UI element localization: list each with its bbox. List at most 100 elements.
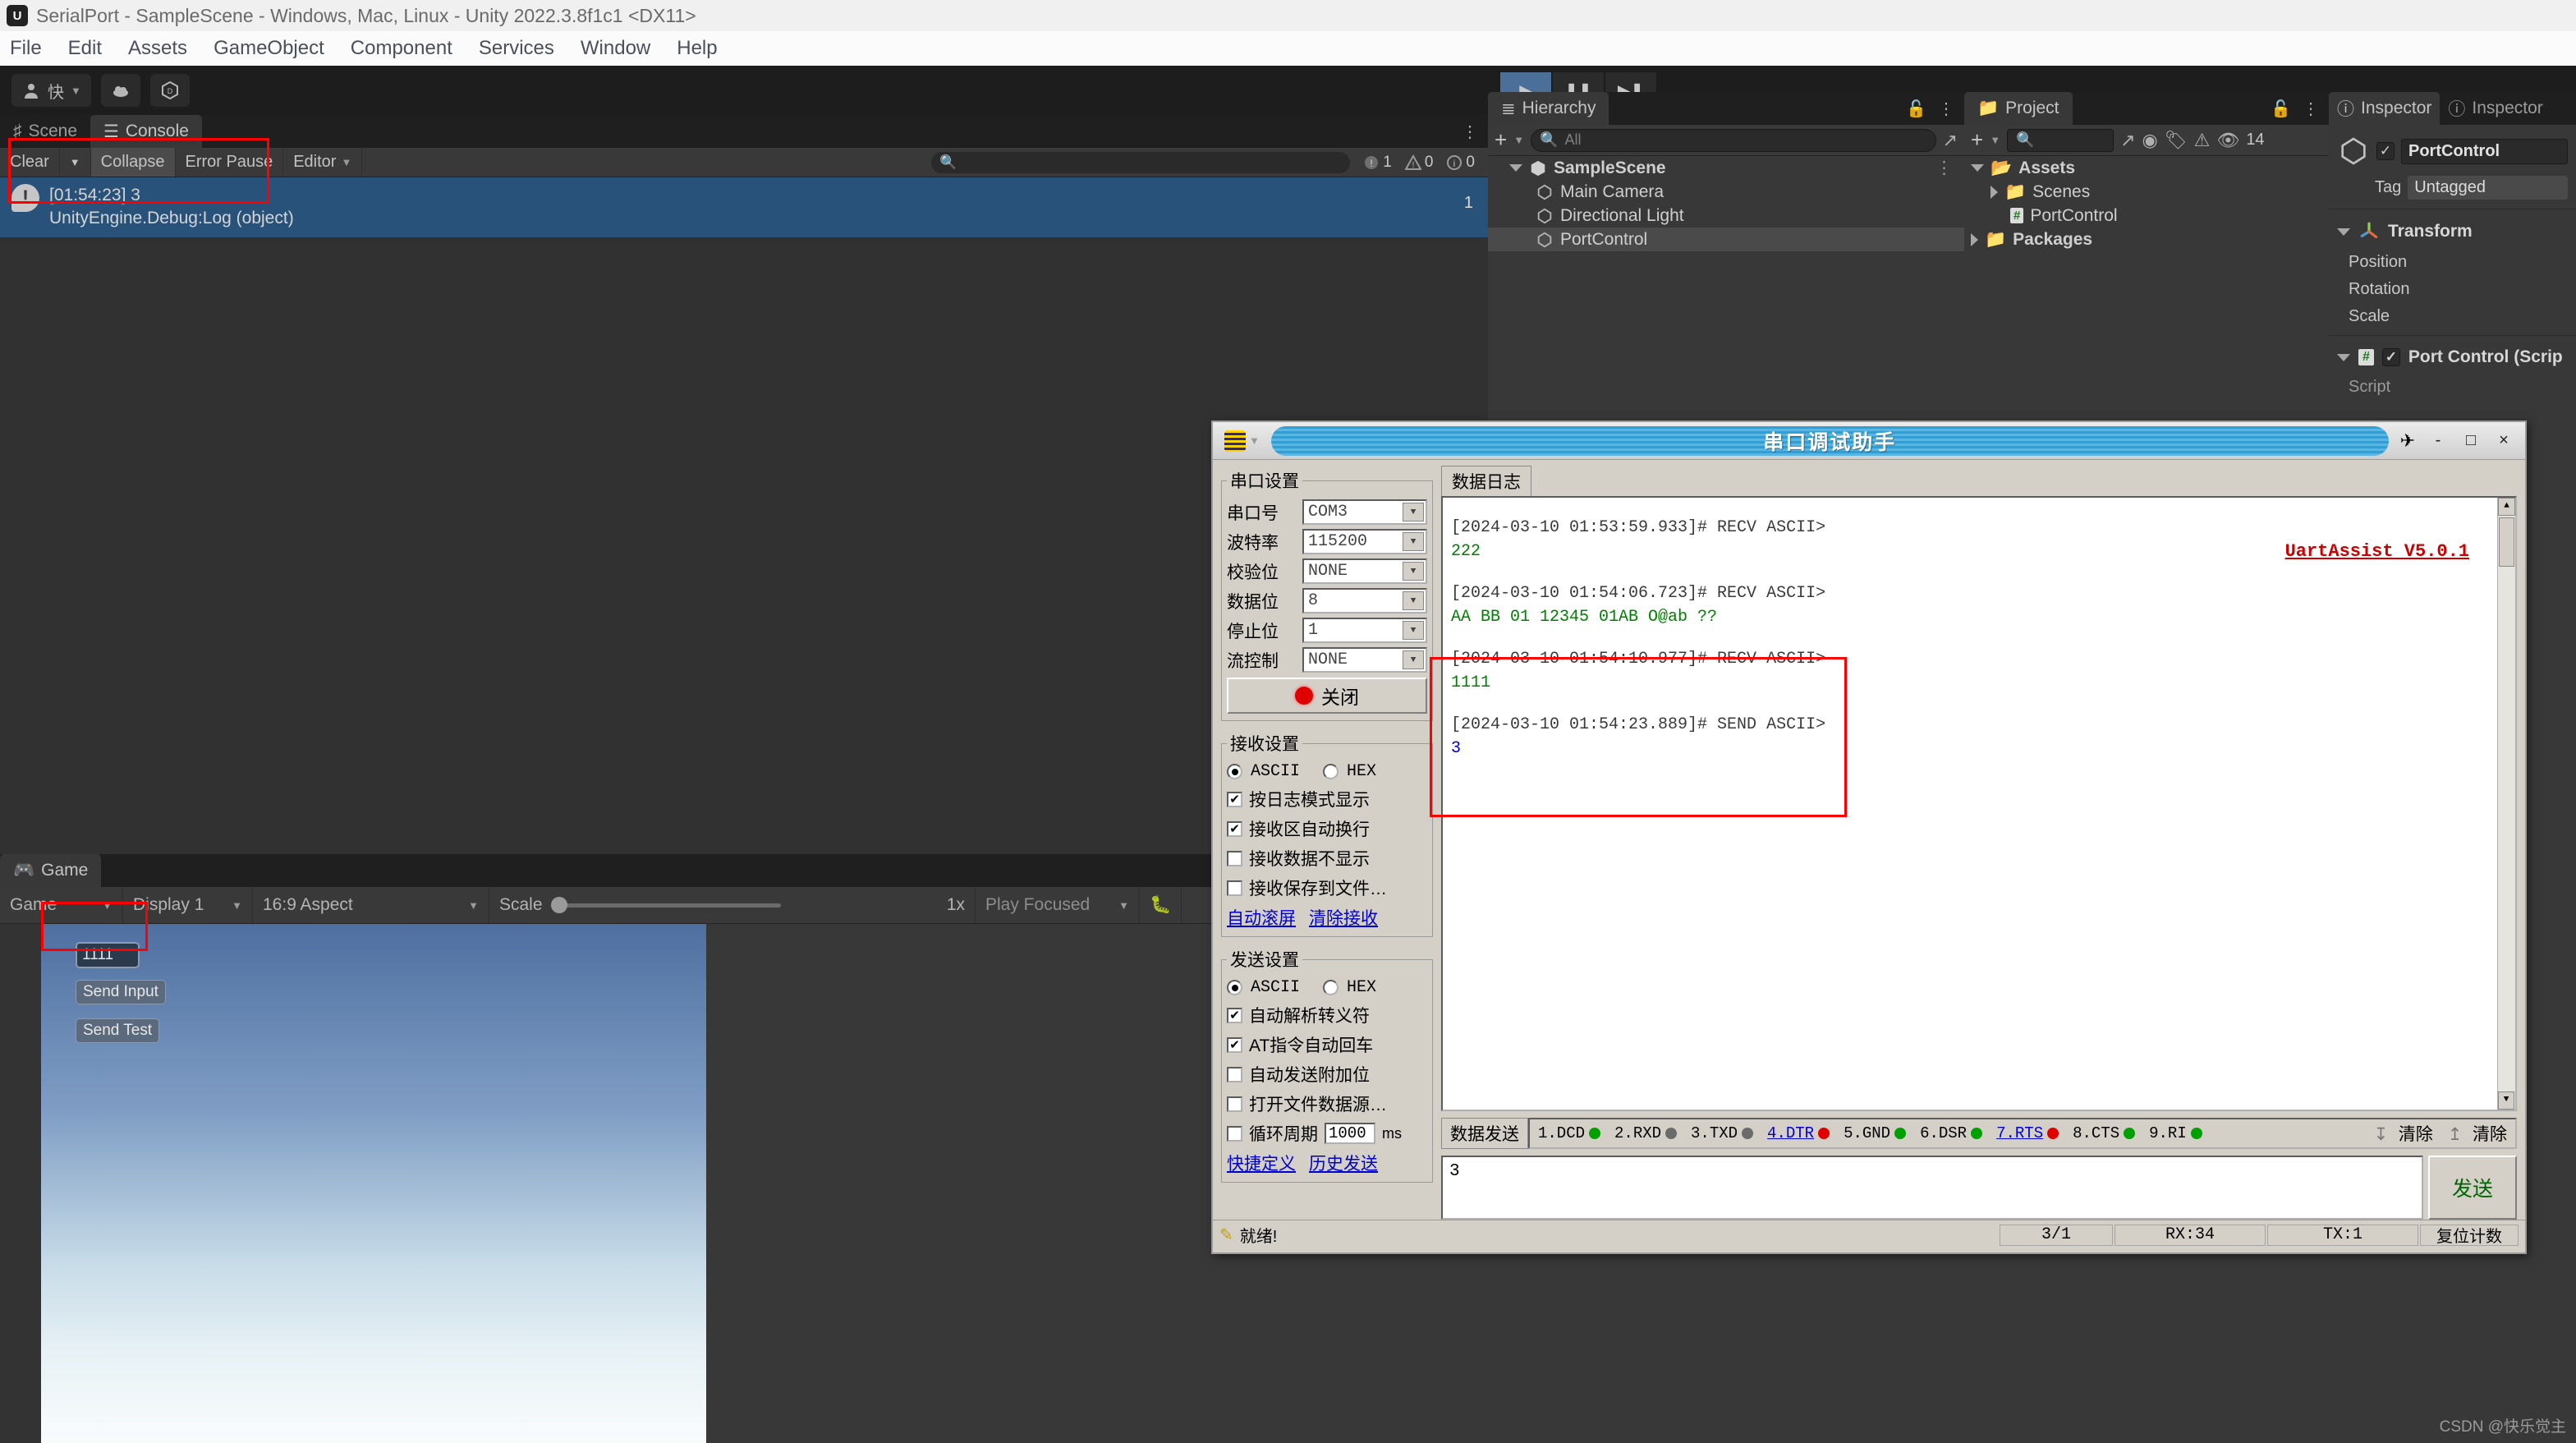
- object-enabled-checkbox[interactable]: ✓: [2376, 142, 2395, 160]
- console-log-row[interactable]: ! [01:54:23] 3 UnityEngine.Debug:Log (ob…: [0, 177, 1488, 237]
- send-file-source-checkbox[interactable]: [1227, 1096, 1242, 1112]
- receive-autowrap-row[interactable]: ✔ 接收区自动换行: [1227, 816, 1427, 841]
- app-icon[interactable]: [1224, 430, 1246, 452]
- send-escape-checkbox[interactable]: ✔: [1227, 1007, 1242, 1023]
- send-cycle-input[interactable]: [1325, 1123, 1375, 1144]
- serial-dialog-titlebar[interactable]: ▼ 串口调试助手 ✈ - □ ×: [1213, 422, 2525, 460]
- error-counter[interactable]: ! 1: [1357, 154, 1398, 172]
- info-counter[interactable]: i 0: [1440, 154, 1481, 172]
- menu-help[interactable]: Help: [677, 37, 717, 60]
- error-pause-toggle[interactable]: Error Pause: [176, 148, 284, 177]
- receive-save-file-row[interactable]: 接收保存到文件…: [1227, 875, 1427, 900]
- project-item-assets[interactable]: 📂 Assets: [1964, 156, 2329, 180]
- tab-data-log[interactable]: 数据日志: [1441, 466, 1531, 496]
- project-expand-icon[interactable]: ↗: [2120, 130, 2135, 151]
- script-field-row[interactable]: Script: [2329, 374, 2576, 401]
- chevron-down-icon[interactable]: [2337, 353, 2350, 361]
- data-bits-combo[interactable]: 8 ▼: [1302, 588, 1427, 614]
- maximize-button[interactable]: □: [2454, 427, 2487, 455]
- receive-save-file-checkbox[interactable]: [1227, 880, 1242, 896]
- auto-scroll-link[interactable]: 自动滚屏: [1227, 905, 1296, 930]
- hierarchy-item-main-camera[interactable]: Main Camera: [1488, 180, 1964, 204]
- stop-bits-combo[interactable]: 1 ▼: [1302, 618, 1427, 643]
- send-button[interactable]: 发送: [2428, 1156, 2517, 1220]
- project-add-button[interactable]: +: [1971, 127, 1983, 153]
- clear-dropdown-button[interactable]: ▼: [60, 148, 91, 177]
- transform-rotation-row[interactable]: Rotation: [2329, 276, 2576, 303]
- kebab-icon[interactable]: ⋮: [1935, 158, 1964, 178]
- close-port-button[interactable]: 关闭: [1227, 678, 1427, 714]
- project-item-scenes[interactable]: 📁 Scenes: [1964, 180, 2329, 204]
- receive-log-mode-row[interactable]: ✔ 按日志模式显示: [1227, 787, 1427, 811]
- transform-position-row[interactable]: Position: [2329, 249, 2576, 276]
- log-scrollbar[interactable]: ▲ ▼: [2497, 498, 2515, 1110]
- kebab-icon[interactable]: ⋮: [1462, 122, 1478, 142]
- transform-component-header[interactable]: Transform: [2329, 214, 2576, 249]
- tab-inspector-2[interactable]: ⓘ Inspector: [2440, 92, 2551, 125]
- send-test-button[interactable]: Send Test: [76, 1018, 160, 1043]
- receive-log-mode-checkbox[interactable]: ✔: [1227, 791, 1242, 807]
- tab-console[interactable]: ☰ Console: [90, 115, 202, 148]
- tab-data-send[interactable]: 数据发送: [1441, 1118, 1528, 1149]
- chevron-down-icon[interactable]: ▼: [1403, 591, 1424, 610]
- chevron-down-icon[interactable]: ▼: [1249, 434, 1260, 447]
- project-search-input[interactable]: 🔍: [2007, 128, 2115, 152]
- menu-component[interactable]: Component: [351, 37, 452, 60]
- scroll-down-icon[interactable]: ▼: [2498, 1091, 2514, 1110]
- help-icon[interactable]: ✈: [2394, 430, 2422, 452]
- aspect-dropdown[interactable]: 16:9 Aspect ▼: [253, 887, 489, 923]
- chevron-down-icon[interactable]: ▼: [1403, 650, 1424, 669]
- pin-dtr[interactable]: 4.DTR: [1767, 1124, 1830, 1142]
- serial-debug-assistant-window[interactable]: ▼ 串口调试助手 ✈ - □ × 串口设置 串口号 COM3 ▼ 波特率 115…: [1211, 420, 2527, 1254]
- hierarchy-expand-icon[interactable]: ↗: [1943, 130, 1958, 151]
- tab-scene[interactable]: ♯ Scene: [0, 115, 91, 148]
- cloud-button[interactable]: [100, 74, 140, 107]
- menu-window[interactable]: Window: [581, 37, 650, 60]
- scale-slider[interactable]: [550, 896, 781, 913]
- chevron-down-icon[interactable]: [1509, 164, 1522, 172]
- send-extra-bit-checkbox[interactable]: [1227, 1066, 1242, 1082]
- reset-counter-button[interactable]: 复位计数: [2420, 1224, 2519, 1246]
- baud-rate-combo[interactable]: 115200 ▼: [1302, 529, 1427, 554]
- transform-scale-row[interactable]: Scale: [2329, 303, 2576, 330]
- project-item-packages[interactable]: 📁 Packages: [1964, 227, 2329, 251]
- chevron-right-icon[interactable]: [1971, 232, 1978, 246]
- play-mode-dropdown[interactable]: Play Focused ▼: [976, 887, 1140, 923]
- receive-ascii-radio[interactable]: [1227, 764, 1242, 779]
- hidden-items-icon[interactable]: 👁: [2216, 130, 2239, 151]
- warning-counter[interactable]: ! 0: [1398, 154, 1440, 172]
- pin-label[interactable]: 7.RTS: [1996, 1124, 2043, 1142]
- flow-control-combo[interactable]: NONE ▼: [1302, 647, 1427, 673]
- collab-button[interactable]: D: [149, 74, 190, 107]
- filter-error-icon[interactable]: ⚠: [2194, 130, 2211, 151]
- send-cycle-row[interactable]: 循环周期 ms: [1227, 1121, 1427, 1146]
- send-file-source-row[interactable]: 打开文件数据源…: [1227, 1091, 1427, 1116]
- scroll-up-icon[interactable]: ▲: [2498, 498, 2515, 516]
- menu-bar[interactable]: File Edit Assets GameObject Component Se…: [0, 31, 2576, 66]
- receive-hide-checkbox[interactable]: [1227, 850, 1242, 866]
- chevron-down-icon[interactable]: ▼: [1513, 134, 1524, 146]
- console-search-input[interactable]: 🔍: [931, 151, 1351, 173]
- tab-project[interactable]: 📁 Project: [1964, 92, 2073, 125]
- pin-rts[interactable]: 7.RTS: [1996, 1124, 2059, 1142]
- pin-txd[interactable]: 3.TXD: [1691, 1124, 1754, 1142]
- tab-game[interactable]: 🎮 Game: [0, 854, 102, 887]
- pin-dcd[interactable]: 1.DCD: [1538, 1124, 1601, 1142]
- editor-dropdown[interactable]: Editor ▼: [283, 148, 363, 177]
- menu-assets[interactable]: Assets: [128, 37, 187, 60]
- chevron-down-icon[interactable]: [2337, 227, 2350, 236]
- menu-services[interactable]: Services: [479, 37, 554, 60]
- parity-combo[interactable]: NONE ▼: [1302, 558, 1427, 584]
- scale-slider-knob[interactable]: [550, 896, 567, 913]
- kebab-icon[interactable]: ⋮: [2303, 99, 2319, 119]
- close-button[interactable]: ×: [2487, 427, 2520, 455]
- quick-define-link[interactable]: 快捷定义: [1227, 1151, 1296, 1175]
- kebab-icon[interactable]: ⋮: [1938, 99, 1954, 119]
- minimize-button[interactable]: -: [2422, 427, 2454, 455]
- chevron-right-icon[interactable]: [1991, 185, 1998, 199]
- project-item-portcontrol[interactable]: # PortControl: [1964, 204, 2329, 227]
- pin-label[interactable]: 4.DTR: [1767, 1124, 1814, 1142]
- object-name-field[interactable]: PortControl: [2401, 138, 2568, 164]
- send-at-newline-row[interactable]: ✔ AT指令自动回车: [1227, 1032, 1427, 1057]
- clear-receive-link[interactable]: 清除接收: [1309, 905, 1378, 930]
